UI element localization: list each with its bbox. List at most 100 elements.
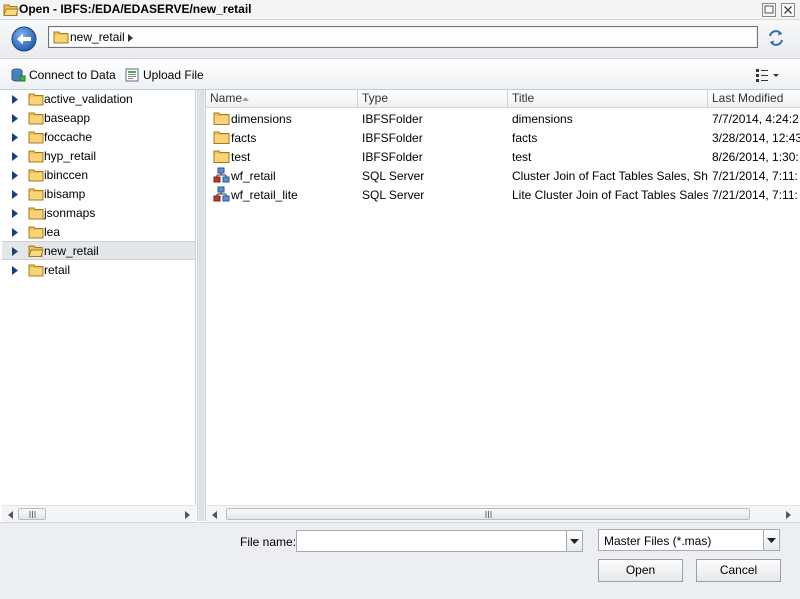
file-last-modified: 3/28/2014, 12:43 [712,131,800,145]
file-row-wf-retail-lite[interactable]: wf_retail_lite SQL Server Lite Cluster J… [206,185,800,204]
file-row-facts[interactable]: facts IBFSFolder facts 3/28/2014, 12:43 [206,128,800,147]
database-connect-icon [11,68,26,82]
file-last-modified: 7/7/2014, 4:24:2 [712,112,799,126]
expand-arrow-icon[interactable] [12,171,18,180]
file-title: test [512,150,532,164]
file-type: IBFSFolder [362,112,423,126]
expand-arrow-icon[interactable] [12,190,18,199]
connect-to-data-label: Connect to Data [29,68,116,82]
window-titlebar: Open - IBFS:/EDA/EDASERVE/new_retail [0,0,800,20]
view-options-icon[interactable] [755,67,781,83]
file-name: test [231,150,251,164]
tree-item-label: retail [44,263,71,277]
file-name: facts [231,131,257,145]
file-name-input[interactable] [296,530,567,552]
tree-item-retail[interactable]: retail [2,261,195,280]
chevron-down-icon [767,538,776,543]
file-row-test[interactable]: test IBFSFolder test 8/26/2014, 1:30: [206,147,800,166]
scroll-right-icon[interactable] [786,511,791,519]
pane-splitter[interactable] [197,90,206,521]
folder-icon [28,112,44,125]
expand-arrow-icon[interactable] [12,266,18,275]
tree-item-ibinccen[interactable]: ibinccen [2,166,195,185]
tree-item-label: foccache [44,130,93,144]
column-title-label: Title [512,91,535,105]
column-header-name[interactable]: Name [206,90,358,108]
column-name-label: Name [210,91,243,105]
expand-arrow-icon[interactable] [12,209,18,218]
tree-scroll-thumb[interactable] [18,508,46,520]
column-type-label: Type [362,91,389,105]
tree-item-label: hyp_retail [44,149,97,163]
expand-arrow-icon[interactable] [12,133,18,142]
tree-item-ibisamp[interactable]: ibisamp [2,185,195,204]
scroll-left-icon[interactable] [212,511,217,519]
file-row-dimensions[interactable]: dimensions IBFSFolder dimensions 7/7/201… [206,109,800,128]
tree-item-new-retail[interactable]: new_retail [2,241,195,260]
expand-arrow-icon[interactable] [12,95,18,104]
tree-horizontal-scrollbar[interactable] [2,505,196,522]
tree-item-jsonmaps[interactable]: jsonmaps [2,204,195,223]
scroll-grip-icon [485,511,492,518]
scroll-right-icon[interactable] [185,511,190,519]
folder-icon [28,169,44,182]
column-header-last-modified[interactable]: Last Modified [708,90,800,108]
folder-tree: active_validation baseapp foccache hyp_r… [2,90,196,521]
close-icon[interactable] [781,3,795,17]
toolbar: Connect to Data Upload File [0,60,800,90]
file-title: dimensions [512,112,573,126]
tree-item-active-validation[interactable]: active_validation [2,90,195,109]
folder-icon [213,112,230,125]
expand-arrow-icon[interactable] [12,152,18,161]
tree-item-label: lea [44,225,61,239]
folder-icon [213,131,230,144]
tree-item-foccache[interactable]: foccache [2,128,195,147]
tree-item-hyp-retail[interactable]: hyp_retail [2,147,195,166]
tree-item-label: new_retail [44,244,99,258]
column-header-title[interactable]: Title [508,90,708,108]
folder-icon [213,150,230,163]
file-type-filter[interactable]: Master Files (*.mas) [598,529,764,551]
file-row-wf-retail[interactable]: wf_retail SQL Server Cluster Join of Fac… [206,166,800,185]
back-arrow-icon[interactable] [11,26,37,52]
file-name: dimensions [231,112,292,126]
chevron-right-icon[interactable] [128,34,133,42]
file-type-dropdown-button[interactable] [763,529,780,551]
column-last-modified-label: Last Modified [712,91,784,105]
expand-arrow-icon[interactable] [12,228,18,237]
open-button[interactable]: Open [598,559,683,582]
navigation-bar: new_retail [0,20,800,59]
splitter-grip[interactable] [199,90,204,521]
tree-item-lea[interactable]: lea [2,223,195,242]
scroll-left-icon[interactable] [8,511,13,519]
tree-item-label: ibisamp [44,187,86,201]
path-breadcrumb[interactable]: new_retail [48,26,758,48]
file-title: facts [512,131,538,145]
file-name: wf_retail [231,169,276,183]
dialog-footer: File name: Master Files (*.mas) Open Can… [0,522,800,599]
folder-icon [28,226,44,239]
cancel-button[interactable]: Cancel [696,559,781,582]
file-type: SQL Server [362,188,425,202]
cluster-join-icon [213,186,230,202]
tree-item-baseapp[interactable]: baseapp [2,109,195,128]
folder-icon [28,131,44,144]
file-type: IBFSFolder [362,131,423,145]
file-list-scroll-thumb[interactable] [226,508,750,520]
cluster-join-icon [213,167,230,183]
column-header-type[interactable]: Type [358,90,508,108]
file-list-header: Name Type Title Last Modified [206,90,800,108]
file-name-dropdown-button[interactable] [566,530,583,552]
expand-arrow-icon[interactable] [12,247,18,256]
folder-icon [28,150,44,163]
folder-icon [28,207,44,220]
breadcrumb-current[interactable]: new_retail [70,30,125,44]
refresh-icon[interactable] [766,28,786,48]
upload-file-button[interactable]: Upload File [124,66,204,84]
expand-arrow-icon[interactable] [12,114,18,123]
connect-to-data-button[interactable]: Connect to Data [10,66,116,84]
tree-item-label: jsonmaps [44,206,96,220]
window-title: Open - IBFS:/EDA/EDASERVE/new_retail [19,2,252,16]
minimize-icon[interactable] [762,3,776,17]
file-list-horizontal-scrollbar[interactable] [206,505,800,522]
